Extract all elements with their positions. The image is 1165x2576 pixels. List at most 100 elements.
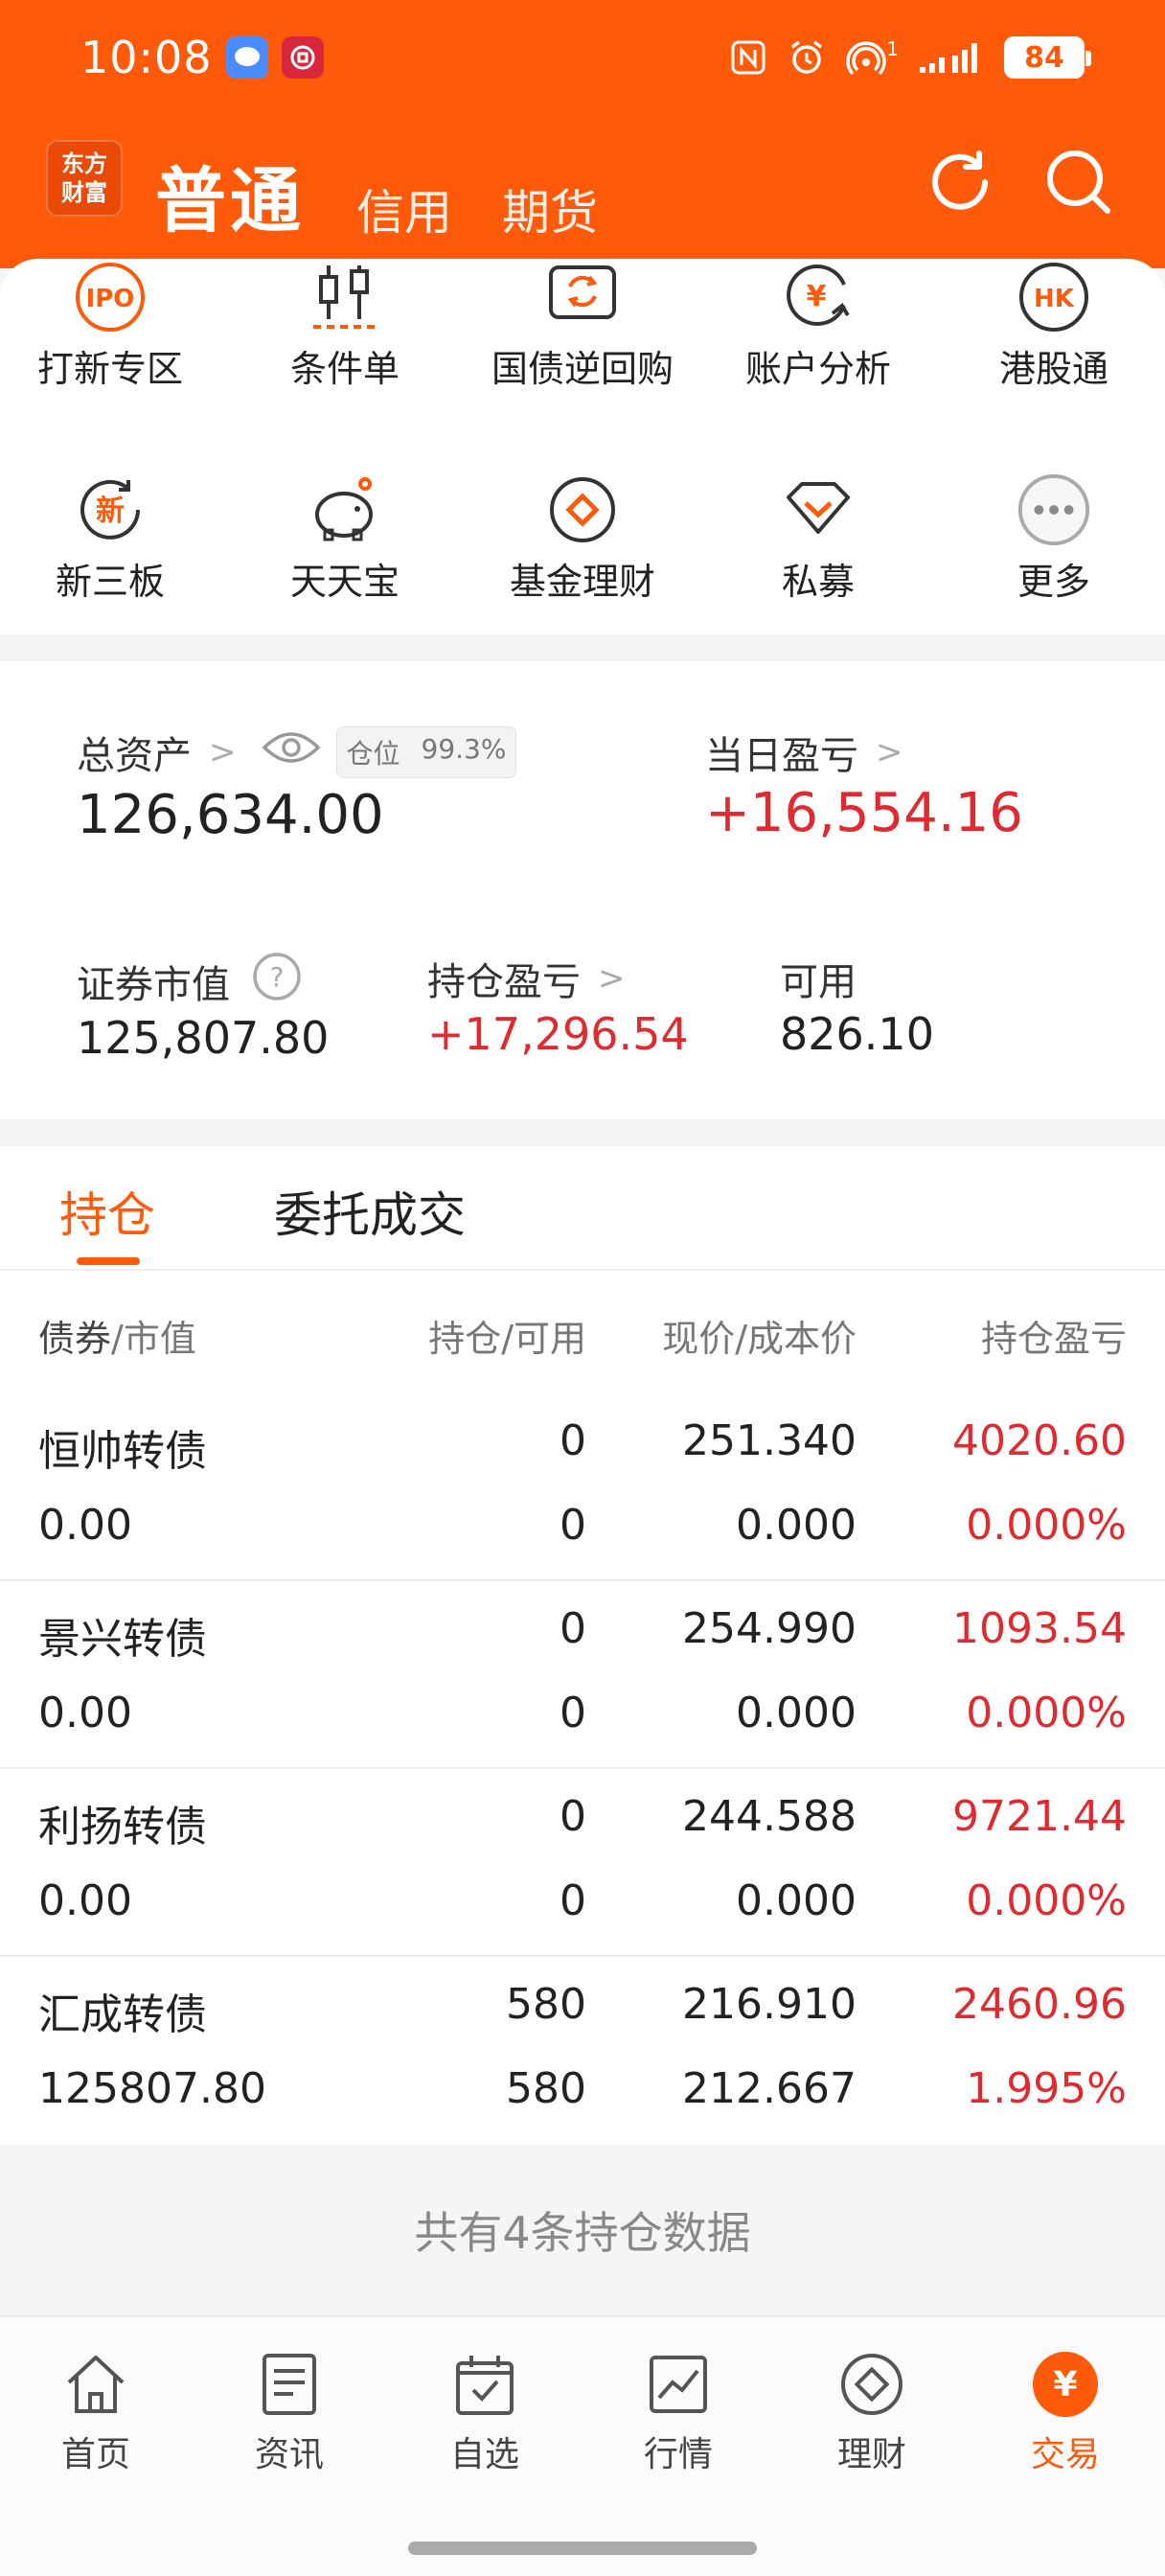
menu-ipo[interactable]: IPO 打新专区 <box>14 259 206 392</box>
tab-credit[interactable]: 信用 <box>356 174 452 243</box>
svg-text:HK: HK <box>1034 285 1075 313</box>
menu-tiantianbao-label: 天天宝 <box>289 561 400 603</box>
svg-text:新: 新 <box>96 494 125 528</box>
market-value-text: 证券市值 <box>77 963 230 1007</box>
eye-icon[interactable] <box>262 728 321 776</box>
bottom-navigation: 首页 资讯 自选 行情 理财 ¥ 交易 <box>0 2315 1165 2576</box>
total-assets-label[interactable]: 总资产 > 仓位 99.3% <box>77 724 517 780</box>
table-row[interactable]: 利扬转债 0.00 0 0 244.588 0.000 9721.44 0.00… <box>0 1769 1165 1957</box>
menu-more[interactable]: 更多 <box>958 472 1150 605</box>
menu-private-fund[interactable]: 私募 <box>722 472 914 605</box>
bond-pnl-pct: 1.995% <box>966 2064 1127 2113</box>
alarm-icon <box>787 37 827 78</box>
menu-ipo-label: 打新专区 <box>36 348 183 390</box>
menu-new-third-board-label: 新三板 <box>55 561 165 603</box>
battery-indicator: 84 <box>1004 36 1091 79</box>
nav-wealth[interactable]: 理财 <box>795 2348 948 2476</box>
position-value: 99.3% <box>421 733 507 765</box>
nav-market-label: 行情 <box>643 2435 713 2474</box>
tab-positions[interactable]: 持仓 <box>59 1177 155 1246</box>
more-icon <box>1016 472 1092 548</box>
search-icon[interactable] <box>1040 144 1117 224</box>
menu-private-fund-label: 私募 <box>781 561 855 603</box>
table-row[interactable]: 景兴转债 0.00 0 0 254.990 0.000 1093.54 0.00… <box>0 1581 1165 1769</box>
bond-position: 0 <box>560 1604 586 1653</box>
menu-account-analysis[interactable]: ¥ 账户分析 <box>722 259 914 392</box>
cell-signal-icon <box>918 38 985 77</box>
holding-pnl-text: 持仓盈亏 <box>427 960 581 1004</box>
nav-watchlist[interactable]: 自选 <box>408 2348 561 2476</box>
column-header-qty: 持仓/可用 <box>428 1318 586 1360</box>
nav-news-label: 资讯 <box>254 2435 324 2474</box>
table-row[interactable]: 汇成转债 125807.80 580 580 216.910 212.667 2… <box>0 1957 1165 2145</box>
total-assets-text: 总资产 <box>77 734 192 778</box>
holding-pnl-label[interactable]: 持仓盈亏 > <box>427 951 626 1006</box>
available-label: 可用 <box>780 960 857 1004</box>
bond-name: 利扬转债 <box>38 1803 207 1852</box>
bond-cost: 0.000 <box>736 1689 857 1737</box>
trade-icon: ¥ <box>1029 2348 1102 2421</box>
menu-hk-connect[interactable]: HK 港股通 <box>958 259 1150 392</box>
menu-hk-connect-label: 港股通 <box>998 348 1108 390</box>
yuan-chart-icon: ¥ <box>780 259 857 335</box>
bond-name: 汇成转债 <box>38 1990 207 2039</box>
app-logo: 东方 财富 <box>46 140 123 217</box>
candlestick-icon <box>307 259 383 335</box>
bond-price: 251.340 <box>682 1416 857 1465</box>
home-icon <box>59 2348 132 2421</box>
bond-cost: 0.000 <box>736 1876 857 1925</box>
menu-fund[interactable]: 基金理财 <box>487 472 678 605</box>
home-indicator[interactable] <box>408 2542 757 2555</box>
message-app-icon <box>225 36 268 79</box>
app-header: 东方 财富 普通 信用 期货 <box>0 115 1165 268</box>
hk-icon: HK <box>1016 259 1092 335</box>
bond-pnl-pct: 0.000% <box>966 1876 1127 1925</box>
nav-wealth-label: 理财 <box>836 2435 906 2474</box>
signal-superscript: 1 <box>886 37 899 60</box>
column-header-price: 现价/成本价 <box>662 1318 857 1360</box>
nfc-icon <box>729 38 767 77</box>
hotspot-icon: 1 <box>846 37 899 78</box>
bond-pnl: 9721.44 <box>952 1792 1127 1841</box>
menu-conditional-order[interactable]: 条件单 <box>249 259 441 392</box>
tab-orders-trades[interactable]: 委托成交 <box>274 1177 466 1246</box>
help-icon[interactable]: ? <box>251 951 303 1012</box>
nav-trade-label: 交易 <box>1030 2435 1100 2474</box>
menu-new-third-board[interactable]: 新 新三板 <box>14 472 206 605</box>
market-icon <box>642 2348 715 2421</box>
diamond-icon <box>780 472 857 548</box>
column-header-bond: 债券 <box>38 1318 112 1360</box>
bond-price: 254.990 <box>682 1604 857 1653</box>
bank-app-icon <box>281 36 324 79</box>
daily-pnl-label[interactable]: 当日盈亏 > <box>705 724 903 780</box>
menu-bond-repo[interactable]: 国债逆回购 <box>487 259 678 392</box>
nav-news[interactable]: 资讯 <box>213 2348 366 2476</box>
chevron-right-icon: > <box>598 959 626 998</box>
fund-icon <box>544 472 621 548</box>
nav-market[interactable]: 行情 <box>602 2348 755 2476</box>
nav-trade[interactable]: ¥ 交易 <box>989 2348 1142 2476</box>
status-bar: 10:08 1 84 <box>0 0 1165 115</box>
logo-text-bottom: 财富 <box>61 179 107 206</box>
tab-futures[interactable]: 期货 <box>502 174 598 243</box>
refresh-icon[interactable] <box>922 144 998 224</box>
tab-regular[interactable]: 普通 <box>155 144 305 246</box>
bond-market-value: 0.00 <box>38 1689 132 1737</box>
position-label: 仓位 <box>346 738 400 770</box>
available-value: 826.10 <box>780 1008 934 1060</box>
menu-bond-repo-label: 国债逆回购 <box>491 348 674 390</box>
menu-tiantianbao[interactable]: 天天宝 <box>249 472 441 605</box>
svg-text:¥: ¥ <box>1053 2365 1077 2404</box>
nav-home[interactable]: 首页 <box>19 2348 172 2476</box>
bond-cost: 212.667 <box>682 2064 857 2113</box>
menu-account-analysis-label: 账户分析 <box>744 348 891 390</box>
column-header-pnl: 持仓盈亏 <box>980 1318 1127 1360</box>
bond-price: 244.588 <box>682 1792 857 1841</box>
market-value: 125,807.80 <box>77 1012 330 1064</box>
wealth-icon <box>835 2348 908 2421</box>
position-badge: 仓位 99.3% <box>335 726 517 778</box>
bond-pnl: 1093.54 <box>952 1604 1127 1653</box>
svg-text:¥: ¥ <box>807 280 827 313</box>
table-row[interactable]: 恒帅转债 0.00 0 0 251.340 0.000 4020.60 0.00… <box>0 1393 1165 1581</box>
bond-cost: 0.000 <box>736 1501 857 1550</box>
